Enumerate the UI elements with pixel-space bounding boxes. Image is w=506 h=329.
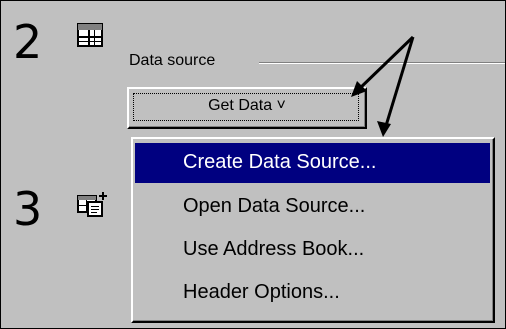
mail-merge-helper-panel: 2 3 Data source Get Data ˅ Create Data S… (0, 0, 506, 329)
step-number-3: 3 (13, 182, 43, 236)
table-icon (76, 22, 106, 55)
menu-item-open-data-source[interactable]: Open Data Source... (135, 187, 490, 227)
table-merge-icon (76, 190, 110, 225)
arrow-to-menu (377, 36, 415, 137)
get-data-button-label: Get Data ˅ (208, 97, 286, 114)
menu-item-label: Use Address Book... (183, 238, 365, 260)
group-divider (259, 62, 505, 64)
menu-item-use-address-book[interactable]: Use Address Book... (135, 230, 490, 270)
menu-item-label: Header Options... (183, 281, 340, 303)
get-data-button[interactable]: Get Data ˅ (127, 87, 367, 129)
menu-item-label: Create Data Source... (183, 151, 377, 173)
menu-item-label: Open Data Source... (183, 195, 366, 217)
menu-item-header-options[interactable]: Header Options... (135, 273, 490, 313)
menu-item-create-data-source[interactable]: Create Data Source... (135, 143, 490, 183)
get-data-dropdown-menu: Create Data Source... Open Data Source..… (131, 137, 495, 323)
data-source-group-label: Data source (129, 52, 220, 70)
step-number-2: 2 (13, 15, 43, 69)
